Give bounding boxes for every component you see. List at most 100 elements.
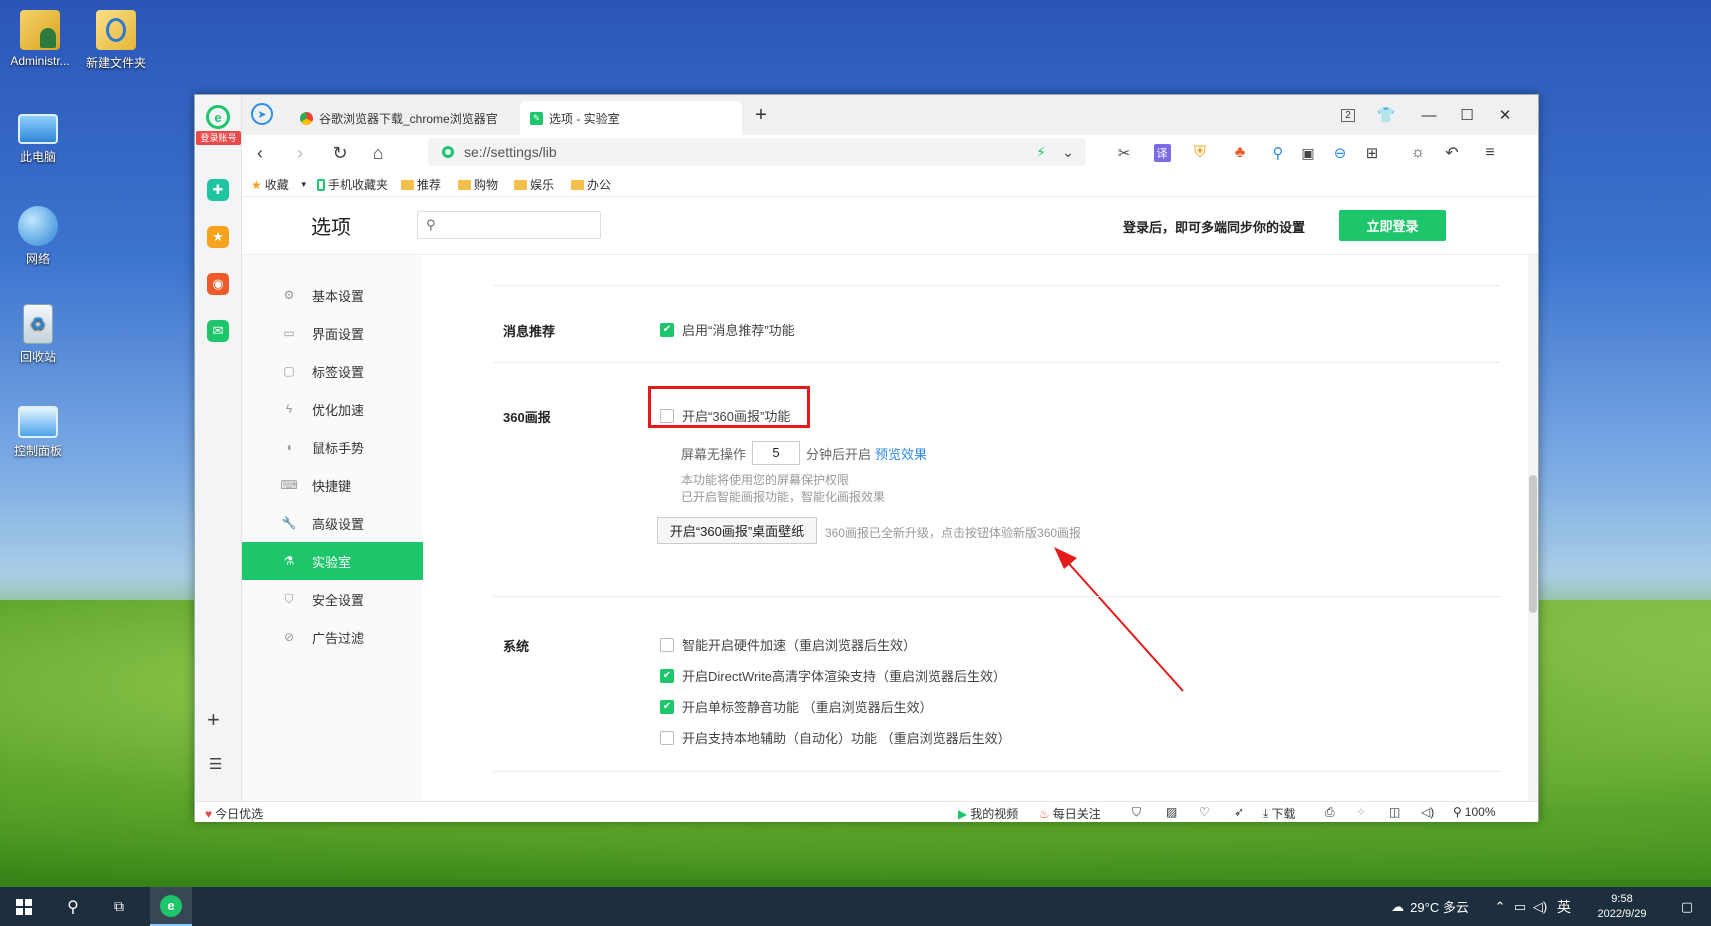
bookmark-favorites[interactable]: ★ 收藏 ▼ — [251, 176, 308, 193]
back-button[interactable]: ‹ — [246, 139, 274, 167]
book-icon[interactable]: ▣ — [1294, 139, 1322, 167]
network-tray-icon[interactable]: ▭ — [1510, 887, 1530, 926]
undo-icon[interactable]: ↶ — [1438, 139, 1466, 167]
shirt-skin-icon[interactable]: 👕 — [1372, 101, 1400, 129]
sidebar-item-shortcuts[interactable]: ⌨ 快捷键 — [242, 466, 423, 504]
system-option-local-assist[interactable]: 开启支持本地辅助（自动化）功能 （重启浏览器后生效） — [660, 728, 1011, 747]
close-button[interactable]: ✕ — [1491, 101, 1519, 129]
folder-icon — [96, 10, 136, 50]
search-icon[interactable]: ⚲ — [1264, 139, 1292, 167]
grid-icon[interactable]: ⊞ — [1358, 139, 1386, 167]
sidebar-item-mouse-gesture[interactable]: ◖ 鼠标手势 — [242, 428, 423, 466]
rocket-icon[interactable]: ➶ — [1234, 805, 1244, 819]
system-option-directwrite[interactable]: ✔ 开启DirectWrite高清字体渲染支持（重启浏览器后生效） — [660, 666, 1006, 685]
clock[interactable]: 9:58 2022/9/29 — [1586, 887, 1658, 926]
download-status[interactable]: ⤓ 下载 — [1263, 805, 1295, 822]
login-sync-hint: 登录后，即可多端同步你的设置 — [1123, 220, 1306, 235]
desktop-icon-administrator[interactable]: Administr... — [2, 10, 78, 68]
scrollbar[interactable] — [1528, 255, 1538, 801]
sidebar-item-tabs[interactable]: ▢ 标签设置 — [242, 352, 423, 390]
system-option-hardware-accel[interactable]: 智能开启硬件加速（重启浏览器后生效） — [660, 635, 916, 654]
ime-indicator[interactable]: 英 — [1552, 887, 1576, 926]
tab-count-button[interactable]: 2 — [1334, 101, 1362, 129]
sidebar-item-lab[interactable]: ⚗ 实验室 — [242, 542, 423, 580]
today-picks[interactable]: ♥ 今日优选 — [205, 805, 263, 822]
shield-status-icon[interactable]: ⛉ — [1132, 805, 1141, 820]
checkbox-unchecked[interactable] — [660, 730, 674, 745]
sidebar-item-advanced[interactable]: 🔧 高级设置 — [242, 504, 423, 542]
game-icon[interactable]: ♣ — [1226, 139, 1254, 167]
window-mode-icon[interactable]: ◫ — [1389, 805, 1400, 819]
checkbox-checked[interactable]: ✔ — [660, 699, 674, 714]
heartbeat-icon[interactable]: ♡ — [1199, 805, 1210, 819]
task-view-icon[interactable]: ⧉ — [96, 887, 142, 926]
checkbox-unchecked[interactable] — [660, 637, 674, 652]
star-icon[interactable]: ★ — [207, 226, 229, 248]
chevron-down-icon[interactable]: ⌄ — [1062, 144, 1074, 161]
maximize-button[interactable]: ☐ — [1453, 101, 1481, 129]
list-icon[interactable]: ☰ — [209, 755, 222, 773]
clean-icon[interactable]: ✧ — [1356, 805, 1366, 819]
checkbox-checked[interactable]: ✔ — [660, 668, 674, 683]
volume-icon[interactable]: ◁) — [1421, 805, 1434, 819]
system-option-tab-mute[interactable]: ✔ 开启单标签静音功能 （重启浏览器后生效） — [660, 697, 933, 716]
shield-icon: ⛉ — [284, 591, 294, 606]
lightning-icon[interactable]: ⚡ — [1036, 144, 1046, 161]
desktop-icon-this-pc[interactable]: 此电脑 — [0, 108, 76, 165]
refresh-button[interactable]: ↻ — [326, 139, 354, 167]
bookmark-folder-entertainment[interactable]: 娱乐 — [514, 176, 554, 193]
minimize-button[interactable]: — — [1415, 101, 1443, 129]
shield-coin-icon[interactable]: ⛨ — [1186, 139, 1214, 167]
star-icon: ★ — [251, 177, 262, 192]
search-icon[interactable]: ⚲ — [50, 887, 96, 926]
brightness-icon[interactable]: ☼ — [1404, 139, 1432, 167]
my-video[interactable]: ▶ 我的视频 — [958, 805, 1018, 822]
start-button[interactable] — [0, 887, 48, 926]
desktop-icon-new-folder[interactable]: 新建文件夹 — [78, 10, 154, 71]
home-button[interactable]: ⌂ — [364, 139, 392, 167]
tab-chrome-download[interactable]: 谷歌浏览器下载_chrome浏览器官 — [290, 101, 520, 135]
address-bar[interactable]: se://settings/lib ⚡ ⌄ — [428, 138, 1086, 166]
weibo-icon[interactable]: ◉ — [207, 273, 229, 295]
settings-search-input[interactable]: ⚲ — [417, 211, 601, 239]
sidebar-item-basic[interactable]: ⚙ 基本设置 — [242, 276, 423, 314]
add-icon[interactable]: + — [207, 707, 220, 733]
desktop-icon-recycle-bin[interactable]: ♻ 回收站 — [0, 304, 76, 365]
nav-arrow-icon[interactable]: ➤ — [251, 103, 273, 125]
login-account-label[interactable]: 登录账号 — [196, 131, 241, 145]
tab-settings-lab[interactable]: ✎ 选项 - 实验室 — [520, 101, 742, 135]
bookmark-folder-office[interactable]: 办公 — [571, 176, 611, 193]
translate-icon[interactable]: 译 — [1148, 139, 1176, 167]
bookmark-folder-shopping[interactable]: 购物 — [458, 176, 498, 193]
desktop-icon-network[interactable]: 网络 — [0, 206, 76, 267]
weather-widget[interactable]: ☁ 29°C 多云 — [1378, 887, 1482, 926]
taskbar-browser-app[interactable]: e — [150, 887, 192, 926]
desktop-icon-control-panel[interactable]: 控制面板 — [0, 402, 76, 459]
daily-follow[interactable]: ♨ 每日关注 — [1039, 805, 1101, 822]
speaker-icon[interactable]: ◁) — [1530, 887, 1550, 926]
printer-icon[interactable]: ⎙ — [1325, 805, 1335, 820]
sidebar-item-adblock[interactable]: ⊘ 广告过滤 — [242, 618, 423, 656]
zoom-level[interactable]: ⚲ 100% — [1453, 805, 1496, 819]
menu-icon[interactable]: ≡ — [1476, 139, 1504, 167]
tray-chevron-icon[interactable]: ⌃ — [1490, 887, 1510, 926]
sidebar-item-optimize[interactable]: ϟ 优化加速 — [242, 390, 423, 428]
browser-logo-icon[interactable]: e — [206, 105, 230, 129]
plus-cross-icon[interactable]: ✚ — [207, 179, 229, 201]
notification-icon[interactable]: ▢ — [1672, 887, 1702, 926]
gear-icon: ⚙ — [283, 288, 295, 302]
minus-circle-icon[interactable]: ⊖ — [1326, 139, 1354, 167]
scissors-icon[interactable]: ✂ — [1110, 139, 1138, 167]
bookmark-mobile[interactable]: 手机收藏夹 — [317, 176, 388, 193]
new-tab-button[interactable]: + — [747, 101, 775, 129]
bookmark-folder-recommend[interactable]: 推荐 — [401, 176, 441, 193]
mail-icon[interactable]: ✉ — [207, 320, 229, 342]
scrollbar-thumb[interactable] — [1529, 475, 1537, 613]
image-icon[interactable]: ▨ — [1166, 805, 1177, 819]
forward-button[interactable]: › — [286, 139, 314, 167]
login-now-button[interactable]: 立即登录 — [1339, 210, 1446, 241]
keyboard-icon: ⌨ — [280, 478, 298, 492]
sidebar-item-security[interactable]: ⛉ 安全设置 — [242, 580, 423, 618]
sidebar-item-interface[interactable]: ▭ 界面设置 — [242, 314, 423, 352]
window-icon: ▭ — [283, 326, 295, 340]
